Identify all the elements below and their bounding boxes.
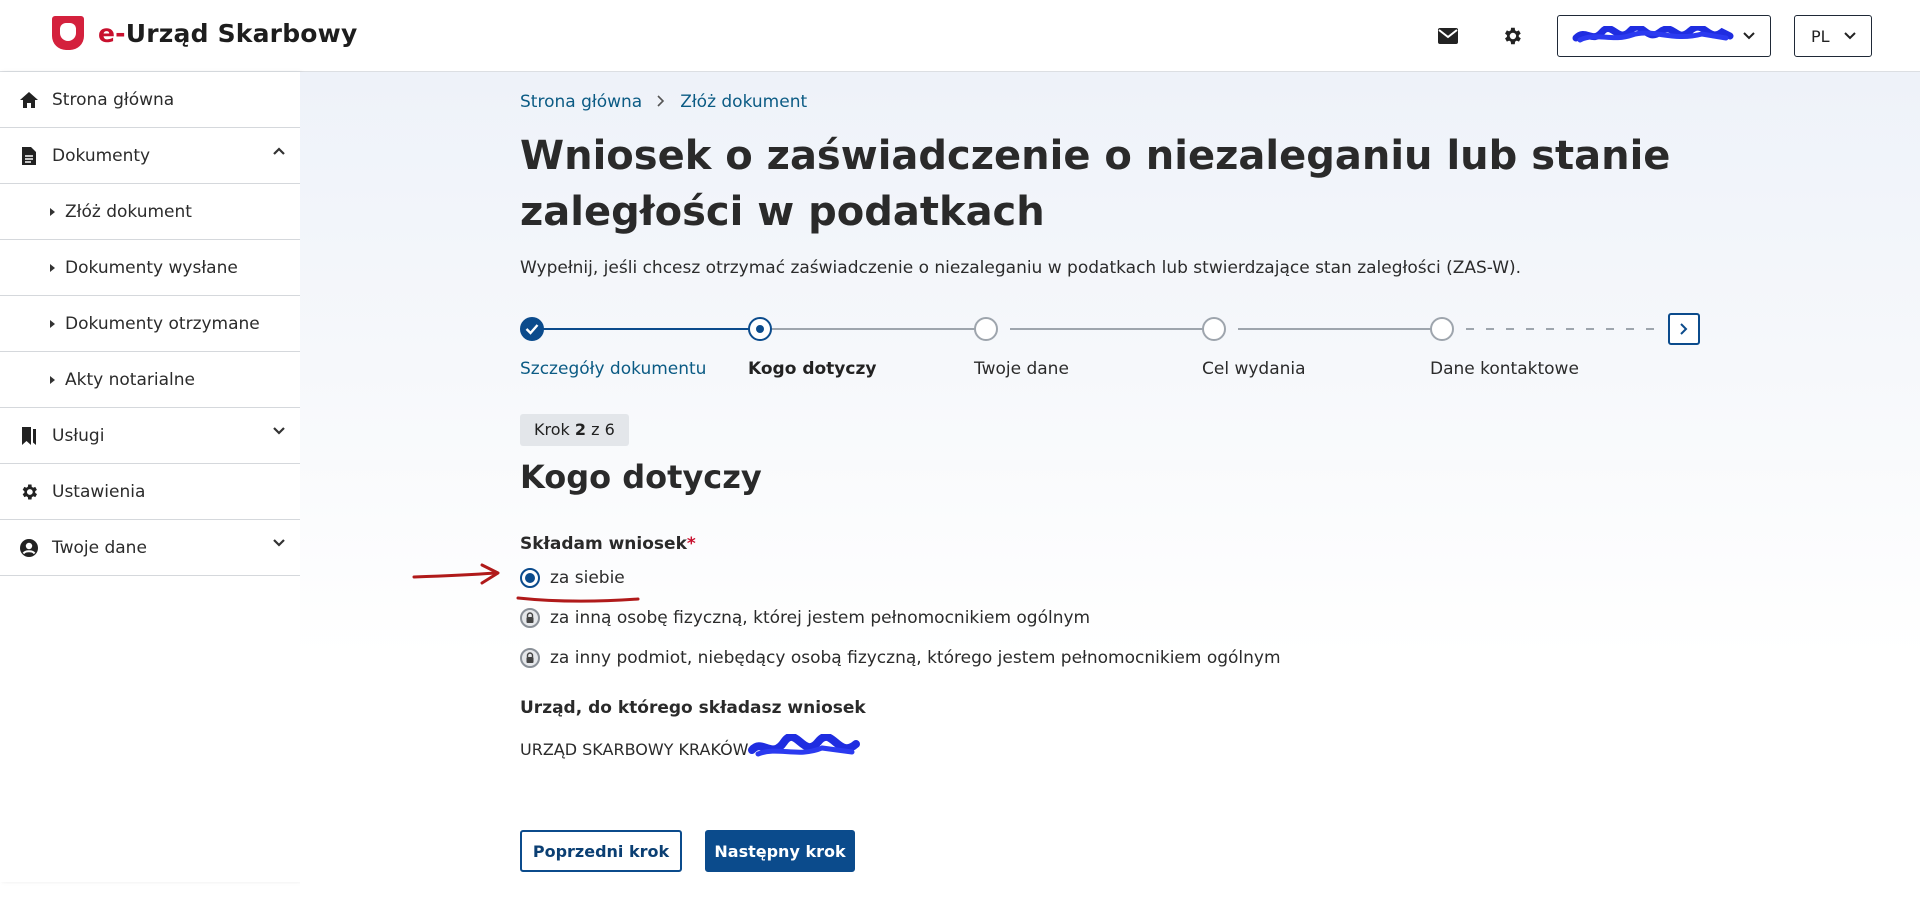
- sidebar-item-label: Ustawienia: [52, 481, 146, 502]
- step-5-indicator: [1430, 317, 1454, 341]
- home-icon: [18, 89, 40, 111]
- step-2-label: Kogo dotyczy: [748, 359, 877, 379]
- chevron-down-icon: [273, 539, 285, 547]
- stepper-next-button[interactable]: [1668, 313, 1700, 345]
- bullet-icon: [50, 375, 55, 384]
- document-icon: [18, 145, 40, 167]
- sidebar-item-home[interactable]: Strona główna: [0, 72, 300, 128]
- step-5-label: Dane kontaktowe: [1430, 359, 1579, 379]
- main-content: Strona główna Złóż dokument Wniosek o za…: [300, 72, 1920, 907]
- step-3-indicator: [974, 317, 998, 341]
- sidebar-item-received-documents[interactable]: Dokumenty otrzymane: [0, 296, 300, 352]
- step-counter-total: 6: [604, 420, 615, 439]
- breadcrumb-home-link[interactable]: Strona główna: [520, 92, 642, 112]
- sidebar-item-your-data[interactable]: Twoje dane: [0, 520, 300, 576]
- radio-button-checked[interactable]: [520, 568, 540, 588]
- logo[interactable]: e-Urząd Skarbowy: [52, 16, 357, 50]
- stepper-line: [1010, 328, 1224, 330]
- step-counter-current: 2: [574, 420, 587, 439]
- chevron-down-icon: [1743, 32, 1755, 40]
- step-4-indicator: [1202, 317, 1226, 341]
- language-value: PL: [1811, 26, 1830, 46]
- radio-label: za inny podmiot, niebędący osobą fizyczn…: [550, 648, 1281, 668]
- progress-stepper: Szczegóły dokumentu Kogo dotyczy Twoje d…: [520, 313, 1720, 395]
- sidebar-item-label: Złóż dokument: [65, 201, 192, 222]
- stepper-line-done: [540, 328, 760, 330]
- lock-icon: [520, 648, 540, 668]
- logo-text: e-Urząd Skarbowy: [98, 19, 357, 48]
- eagle-emblem-icon: [52, 16, 84, 50]
- section-title: Kogo dotyczy: [520, 458, 762, 496]
- lock-icon: [520, 608, 540, 628]
- chevron-right-icon: [656, 92, 666, 112]
- top-header: e-Urząd Skarbowy PL: [0, 0, 1920, 72]
- sidebar-item-notarial-acts[interactable]: Akty notarialne: [0, 352, 300, 408]
- logo-name: Urząd Skarbowy: [125, 18, 358, 48]
- sidebar-item-label: Strona główna: [52, 89, 175, 110]
- bookmark-icon: [18, 425, 40, 447]
- chevron-right-icon: [1680, 323, 1688, 335]
- sidebar-item-label: Akty notarialne: [65, 369, 195, 390]
- sidebar-item-label: Dokumenty: [52, 145, 151, 166]
- field-label-text: Składam wniosek: [520, 534, 687, 554]
- sidebar-item-label: Dokumenty wysłane: [65, 257, 238, 278]
- radio-label: za inną osobę fizyczną, której jestem pe…: [550, 608, 1091, 628]
- step-counter-badge: Krok 2 z 6: [520, 414, 629, 446]
- gear-icon: [18, 481, 40, 503]
- field-label-applicant: Składam wniosek*: [520, 534, 696, 554]
- stepper-line-dashed: [1466, 328, 1656, 330]
- sidebar-item-label: Usługi: [52, 425, 105, 446]
- step-3-label: Twoje dane: [974, 359, 1069, 379]
- language-select[interactable]: PL: [1794, 15, 1872, 57]
- page-title: Wniosek o zaświadczenie o niezaleganiu l…: [520, 133, 1671, 235]
- account-select[interactable]: [1557, 15, 1771, 57]
- check-icon: [525, 324, 539, 335]
- bullet-icon: [50, 263, 55, 272]
- page-lead: Wypełnij, jeśli chcesz otrzymać zaświadc…: [520, 258, 1522, 278]
- required-mark: *: [686, 534, 696, 554]
- step-2-indicator: [748, 317, 772, 341]
- breadcrumb-submit-link[interactable]: Złóż dokument: [680, 92, 807, 112]
- breadcrumb: Strona główna Złóż dokument: [520, 92, 807, 112]
- chevron-up-icon: [273, 147, 285, 155]
- step-1-indicator[interactable]: [520, 317, 544, 341]
- redacted-account-name: [1572, 26, 1734, 43]
- chevron-down-icon: [1844, 32, 1856, 40]
- sidebar-item-settings[interactable]: Ustawienia: [0, 464, 300, 520]
- stepper-line: [772, 328, 986, 330]
- step-1-label[interactable]: Szczegóły dokumentu: [520, 359, 706, 379]
- logo-prefix: e-: [98, 18, 126, 48]
- office-value: URZĄD SKARBOWY KRAKÓW: [520, 734, 864, 764]
- stepper-line: [1238, 328, 1452, 330]
- user-icon: [18, 537, 40, 559]
- next-step-button[interactable]: Następny krok: [705, 830, 855, 872]
- radio-option-other-person: za inną osobę fizyczną, której jestem pe…: [520, 608, 1090, 628]
- bullet-icon: [50, 319, 55, 328]
- chevron-down-icon: [273, 427, 285, 435]
- office-label: Urząd, do którego składasz wniosek: [520, 698, 866, 718]
- office-name: URZĄD SKARBOWY KRAKÓW: [520, 739, 749, 759]
- sidebar-item-label: Twoje dane: [52, 537, 147, 558]
- radio-option-other-entity: za inny podmiot, niebędący osobą fizyczn…: [520, 648, 1281, 668]
- sidebar-item-sent-documents[interactable]: Dokumenty wysłane: [0, 240, 300, 296]
- step-counter-prefix: Krok: [534, 420, 570, 439]
- sidebar-item-documents[interactable]: Dokumenty: [0, 128, 300, 184]
- sidebar: Strona główna Dokumenty Złóż dokument Do…: [0, 72, 300, 882]
- redacted-office-suffix: [748, 734, 861, 757]
- radio-option-self[interactable]: za siebie: [520, 568, 625, 588]
- previous-step-button[interactable]: Poprzedni krok: [520, 830, 682, 872]
- radio-label: za siebie: [550, 568, 625, 588]
- sidebar-item-submit-document[interactable]: Złóż dokument: [0, 184, 300, 240]
- settings-gear-icon[interactable]: [1498, 22, 1526, 50]
- sidebar-item-services[interactable]: Usługi: [0, 408, 300, 464]
- sidebar-item-label: Dokumenty otrzymane: [65, 313, 260, 334]
- step-counter-separator: z: [591, 420, 600, 439]
- annotation-arrow-icon: [412, 563, 500, 585]
- step-4-label: Cel wydania: [1202, 359, 1306, 379]
- bullet-icon: [50, 207, 55, 216]
- mail-icon[interactable]: [1434, 22, 1462, 50]
- annotation-underline-icon: [516, 596, 640, 603]
